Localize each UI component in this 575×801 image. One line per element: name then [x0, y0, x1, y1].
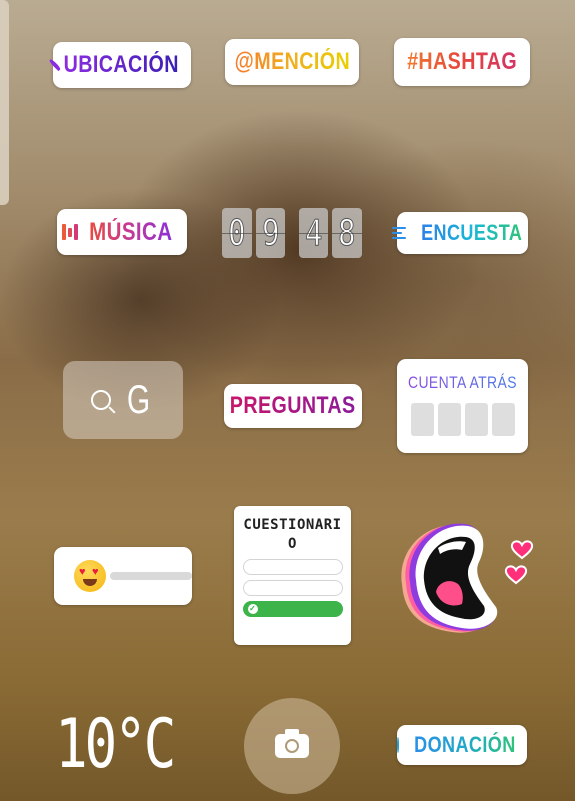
check-icon: ✓	[247, 604, 258, 614]
countdown-sticker[interactable]: CUENTA ATRÁS	[397, 359, 528, 453]
gif-search-sticker[interactable]: G	[63, 361, 183, 439]
music-bars-icon	[62, 224, 79, 240]
countdown-digit-boxes	[410, 403, 515, 436]
heart-circle-icon	[397, 736, 408, 753]
music-sticker-label: MÚSICA	[89, 217, 173, 246]
location-pin-icon	[48, 58, 61, 72]
camera-icon	[275, 729, 309, 758]
questions-sticker[interactable]: PREGUNTAS	[224, 384, 362, 428]
poll-lines-icon	[391, 227, 406, 239]
gif-search-text: G	[127, 377, 151, 422]
side-drag-handle[interactable]	[0, 0, 9, 205]
mention-sticker[interactable]: @MENCIÓN	[225, 39, 359, 85]
quiz-sticker-label: CUESTIONARI O	[243, 517, 342, 552]
search-icon	[91, 390, 112, 410]
location-sticker-label: UBICACIÓN	[63, 51, 179, 78]
slider-track	[110, 572, 192, 580]
quiz-option	[242, 559, 343, 575]
open-mouth-sticker-icon[interactable]	[392, 512, 542, 642]
emoji-slider-sticker[interactable]: ♥ ♥	[54, 547, 192, 605]
mention-sticker-label: @MENCIÓN	[234, 48, 350, 75]
clock-digit: 4	[298, 208, 329, 258]
poll-sticker-label: ENCUESTA	[420, 220, 523, 245]
music-sticker[interactable]: MÚSICA	[57, 209, 187, 255]
camera-capture-button[interactable]	[244, 698, 340, 794]
countdown-sticker-label: CUENTA ATRÁS	[408, 373, 517, 392]
location-sticker[interactable]: UBICACIÓN	[48, 42, 191, 88]
heart-eyes-emoji-icon: ♥ ♥	[74, 560, 106, 592]
quiz-option	[242, 580, 343, 596]
quiz-correct-option: ✓	[242, 601, 343, 617]
hashtag-sticker[interactable]: #HASHTAG	[394, 38, 530, 86]
poll-sticker[interactable]: ENCUESTA	[391, 212, 528, 254]
clock-digit: 9	[255, 208, 286, 258]
questions-sticker-label: PREGUNTAS	[230, 392, 356, 419]
temperature-sticker[interactable]: 10°C	[55, 705, 176, 785]
donation-sticker-label: DONACIÓN	[414, 732, 516, 757]
clock-digit: 8	[332, 208, 362, 258]
time-sticker[interactable]: 0 9 4 8	[222, 208, 362, 258]
hashtag-sticker-label: #HASHTAG	[406, 48, 518, 75]
quiz-sticker[interactable]: CUESTIONARI O ✓	[234, 506, 351, 645]
donation-sticker[interactable]: DONACIÓN	[397, 725, 527, 765]
clock-digit: 0	[222, 208, 252, 258]
